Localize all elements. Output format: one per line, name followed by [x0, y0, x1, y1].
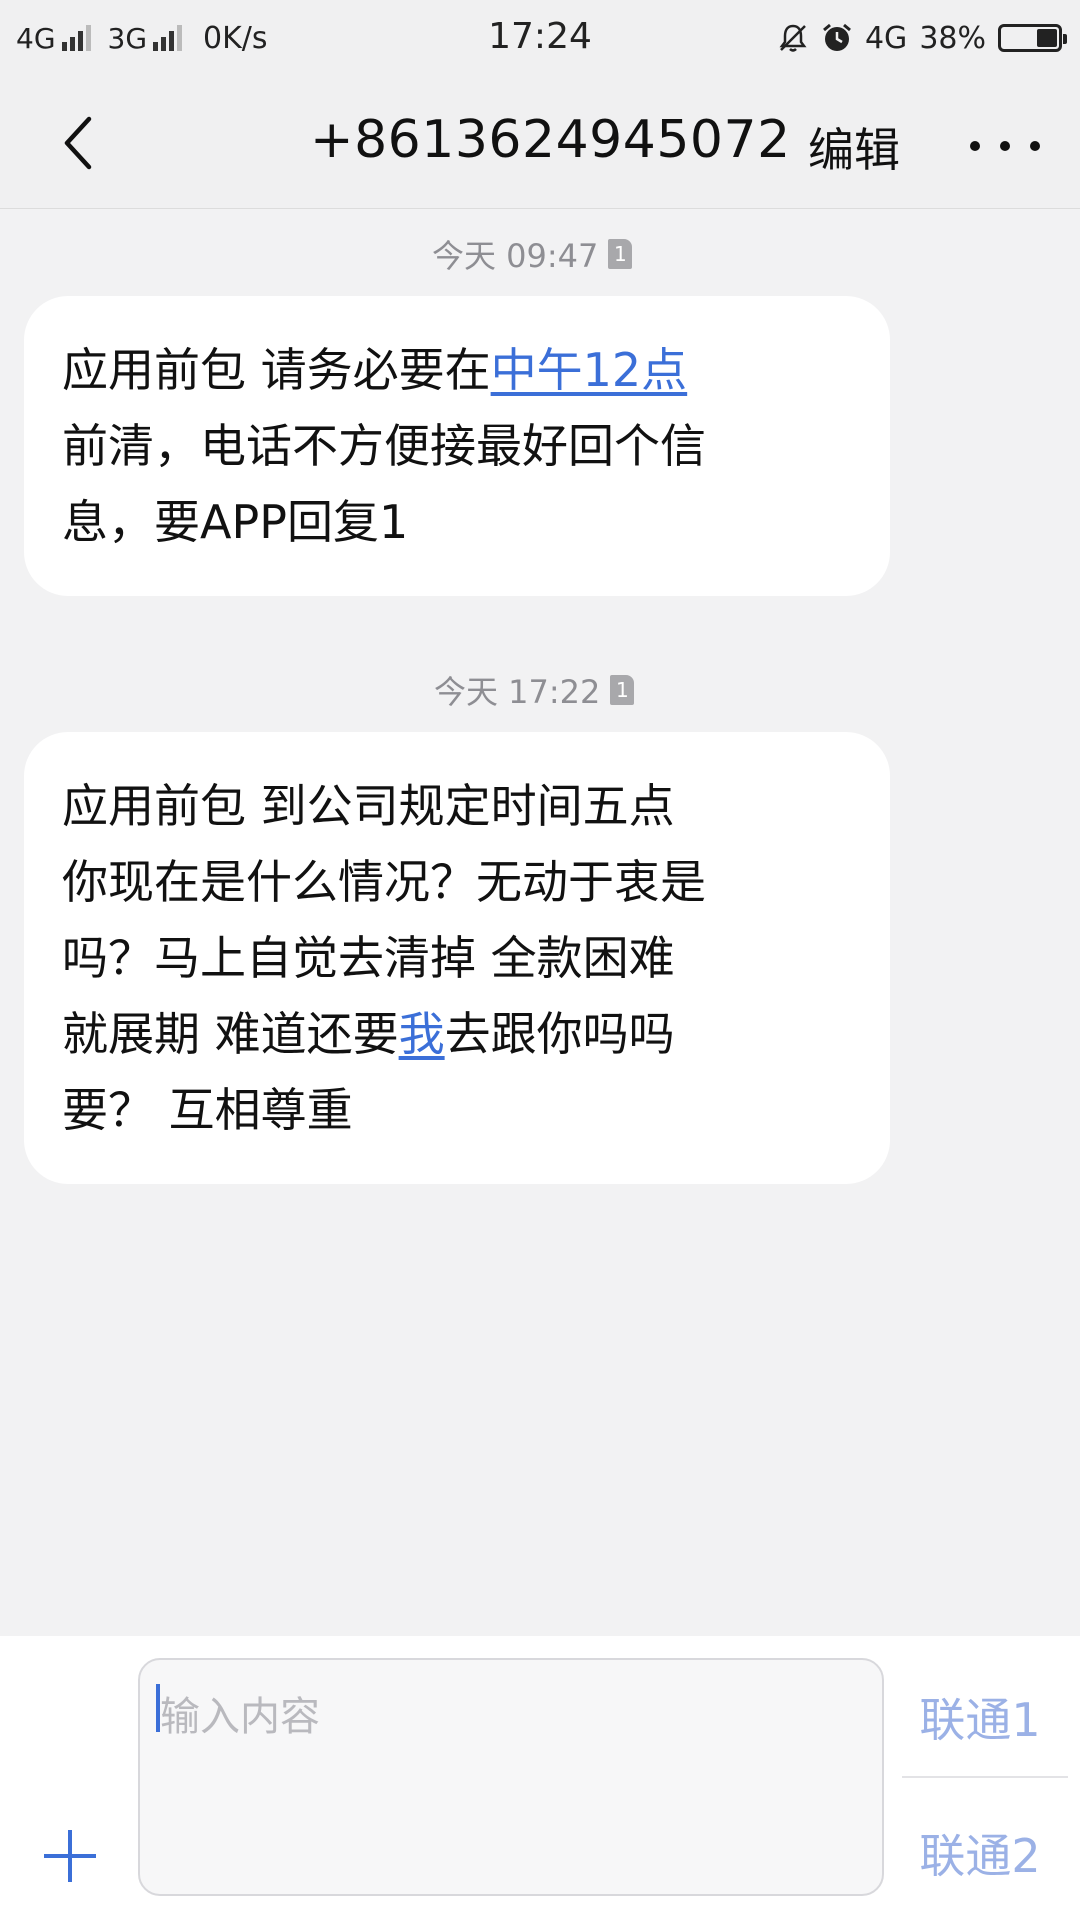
conversation-header: +8613624945072 编辑 — [0, 80, 1080, 209]
message-text: 就展期 难道还要 — [62, 1007, 399, 1061]
message-timestamp: 今天 09:47 1 — [432, 234, 633, 275]
battery-level — [1037, 29, 1057, 47]
input-placeholder: 输入内容 — [160, 1694, 320, 1740]
message-line: 吗？马上自觉去清掉 全款困难 — [62, 920, 860, 996]
alarm-icon — [823, 23, 851, 51]
sim-card-icon: 1 — [610, 675, 635, 705]
message-line: 你现在是什么情况？无动于衷是 — [62, 844, 860, 920]
message-text: 你现在是什么情况？无动于衷是 — [62, 855, 706, 909]
add-icon[interactable] — [40, 1826, 100, 1886]
sim-card-icon: 1 — [608, 239, 633, 269]
back-arrow-icon — [64, 116, 92, 170]
message-text: 前清，电话不方便接最好回个信 — [62, 419, 706, 473]
data-network-label: 4G — [864, 20, 908, 56]
message-line: 前清，电话不方便接最好回个信 — [62, 408, 860, 484]
text-link[interactable]: 我 — [399, 1007, 445, 1061]
message-timestamp: 今天 17:22 1 — [434, 670, 635, 711]
message-line: 就展期 难道还要我去跟你吗吗 — [62, 996, 860, 1072]
time-link[interactable]: 中午12点 — [491, 343, 688, 397]
more-icon[interactable] — [970, 116, 1040, 176]
message-line: 应用前包 到公司规定时间五点 — [62, 768, 860, 844]
message-text: 要？ 互相尊重 — [62, 1083, 353, 1137]
battery-percent: 38% — [919, 20, 986, 56]
send-sim1-button[interactable]: 联通1 — [900, 1684, 1060, 1750]
message-text: 去跟你吗吗 — [444, 1007, 675, 1061]
message-text: 应用前包 请务必要在 — [62, 343, 491, 397]
timestamp-text: 今天 09:47 — [432, 237, 599, 275]
mute-icon — [779, 24, 807, 52]
message-line: 息，要APP回复1 — [62, 484, 860, 560]
message-bubble[interactable]: 应用前包 到公司规定时间五点 你现在是什么情况？无动于衷是 吗？马上自觉去清掉 … — [24, 732, 890, 1184]
message-bubble[interactable]: 应用前包 请务必要在中午12点 前清，电话不方便接最好回个信 息，要APP回复1 — [24, 296, 890, 596]
message-text: 应用前包 到公司规定时间五点 — [62, 779, 675, 833]
message-text: 吗？马上自觉去清掉 全款困难 — [62, 931, 675, 985]
message-composer: 输入内容 联通1 联通2 — [0, 1636, 1080, 1920]
status-right: 4G 38% — [765, 16, 1067, 60]
back-button[interactable] — [44, 108, 114, 178]
timestamp-text: 今天 17:22 — [434, 673, 601, 711]
status-bar: 4G 3G 0K/s 17:24 4G 38% — [0, 0, 1080, 80]
battery-icon — [998, 24, 1067, 52]
contact-number-title: +8613624945072 — [310, 110, 791, 170]
message-line: 要？ 互相尊重 — [62, 1072, 860, 1148]
edit-button[interactable]: 编辑 — [808, 114, 900, 180]
message-line: 应用前包 请务必要在中午12点 — [62, 332, 860, 408]
divider — [902, 1776, 1068, 1778]
message-text: 息，要APP回复1 — [62, 495, 409, 549]
send-sim2-button[interactable]: 联通2 — [900, 1820, 1060, 1886]
messaging-screen: 4G 3G 0K/s 17:24 4G 38% +8613624945072 编… — [0, 0, 1080, 1920]
message-input[interactable]: 输入内容 — [138, 1658, 884, 1896]
